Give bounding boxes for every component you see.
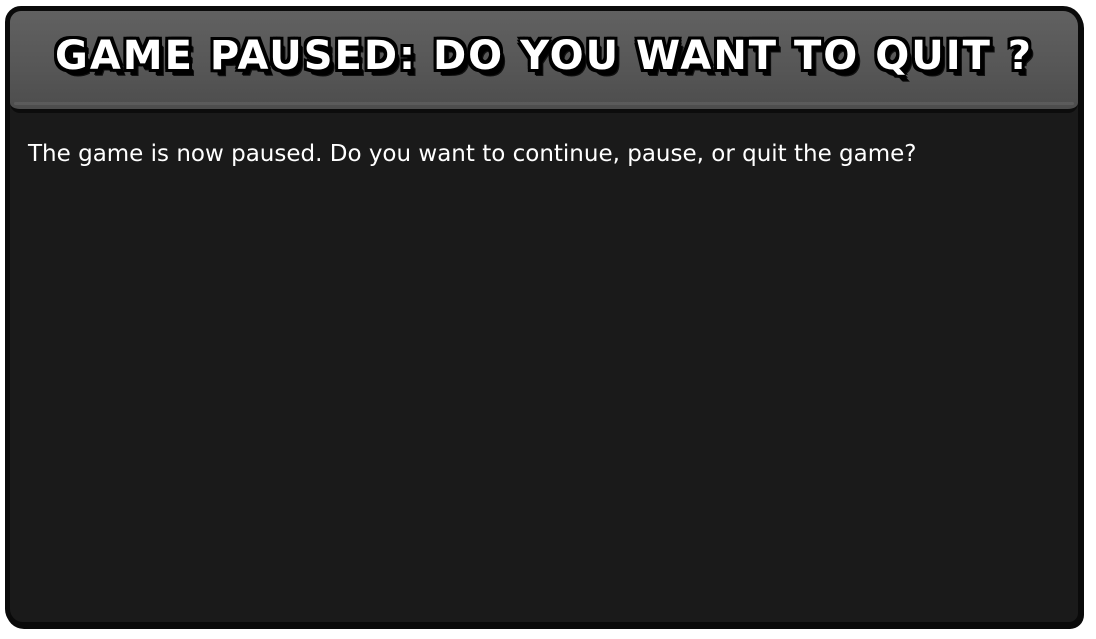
pause-dialog: GAME PAUSED: DO YOU WANT TO QUIT ? The g… xyxy=(5,6,1083,627)
dialog-message: The game is now paused. Do you want to c… xyxy=(28,141,917,167)
dialog-title: GAME PAUSED: DO YOU WANT TO QUIT ? xyxy=(55,33,1033,79)
dialog-title-bar: GAME PAUSED: DO YOU WANT TO QUIT ? xyxy=(10,11,1078,113)
game-screen: GAME PAUSED: DO YOU WANT TO QUIT ? The g… xyxy=(0,0,1096,639)
